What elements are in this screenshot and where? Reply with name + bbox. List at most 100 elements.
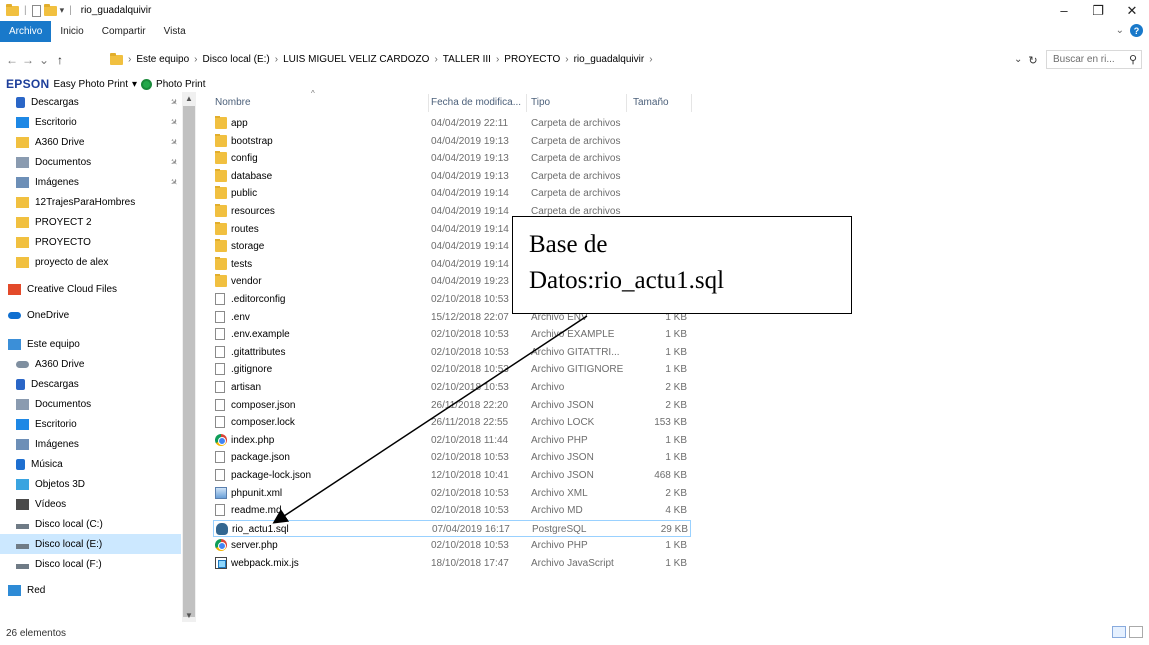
- sidebar-item[interactable]: 12TrajesParaHombres: [0, 192, 181, 212]
- search-input[interactable]: Buscar en ri... ⚲: [1046, 50, 1142, 69]
- address-history-icon[interactable]: ⌄: [1014, 54, 1022, 67]
- new-folder-icon[interactable]: [43, 3, 57, 16]
- close-button[interactable]: ✕: [1115, 0, 1149, 21]
- file-row[interactable]: composer.json 26/11/2018 22:20 Archivo JSO…: [213, 397, 691, 414]
- large-icons-view-icon[interactable]: [1129, 626, 1143, 638]
- sidebar-item[interactable]: A360 Drive ✈: [0, 132, 181, 152]
- pin-icon[interactable]: ✈: [167, 175, 180, 188]
- sidebar-item[interactable]: Disco local (F:): [0, 554, 181, 574]
- sidebar-item[interactable]: Disco local (C:): [0, 514, 181, 534]
- search-icon[interactable]: ⚲: [1129, 53, 1137, 66]
- file-row[interactable]: phpunit.xml 02/10/2018 10:53 Archivo XML 2 …: [213, 485, 691, 502]
- cloud-drive-icon: [16, 360, 29, 368]
- forward-button[interactable]: →: [20, 53, 36, 67]
- tab-compartir[interactable]: Compartir: [93, 21, 155, 42]
- scroll-down-icon[interactable]: ▼: [185, 611, 193, 620]
- file-name: database: [231, 170, 273, 182]
- column-header-type[interactable]: Tipo: [529, 92, 550, 113]
- file-row[interactable]: app 04/04/2019 22:11 Carpeta de archivos: [213, 115, 691, 132]
- sidebar-item[interactable]: Red: [0, 580, 181, 600]
- recent-locations-button[interactable]: ⌄: [36, 53, 52, 67]
- sidebar-item[interactable]: Documentos: [0, 394, 181, 414]
- customize-quick-access-icon[interactable]: ▾: [60, 5, 65, 16]
- sidebar-item[interactable]: Imágenes: [0, 434, 181, 454]
- breadcrumb-rio-guadalquivir[interactable]: rio_guadalquivir: [574, 54, 645, 65]
- file-row[interactable]: config 04/04/2019 19:13 Carpeta de archivo…: [213, 150, 691, 167]
- sidebar-item[interactable]: Creative Cloud Files: [0, 279, 181, 299]
- column-header-name[interactable]: Nombre: [213, 92, 251, 113]
- file-row[interactable]: bootstrap 04/04/2019 19:13 Carpeta de arch…: [213, 133, 691, 150]
- sidebar-item[interactable]: Este equipo: [0, 334, 181, 354]
- sidebar-item[interactable]: Escritorio ✈: [0, 112, 181, 132]
- column-header-date[interactable]: Fecha de modifica...: [429, 92, 521, 113]
- scrollbar-thumb[interactable]: [183, 106, 195, 617]
- pin-icon[interactable]: ✈: [167, 115, 180, 128]
- network-icon: [8, 584, 21, 596]
- column-divider[interactable]: [526, 94, 527, 112]
- sidebar-item[interactable]: PROYECT 2: [0, 212, 181, 232]
- file-row[interactable]: rio_actu1.sql 07/04/2019 16:17 PostgreSQL 2…: [213, 519, 691, 537]
- dropdown-icon[interactable]: ▾: [132, 79, 137, 90]
- tab-archivo[interactable]: Archivo: [0, 21, 52, 42]
- breadcrumb-disco-local-e[interactable]: Disco local (E:): [203, 54, 270, 65]
- sidebar-scrollbar[interactable]: ▲ ▼: [182, 92, 196, 622]
- photo-print-button[interactable]: Photo Print: [156, 79, 205, 90]
- pin-icon[interactable]: ✈: [167, 155, 180, 168]
- file-row[interactable]: readme.md 02/10/2018 10:53 Archivo MD 4 KB: [213, 502, 691, 519]
- folder-icon: [16, 256, 29, 268]
- sidebar-item[interactable]: Escritorio: [0, 414, 181, 434]
- up-button[interactable]: ↑: [52, 53, 68, 67]
- breadcrumb-proyecto[interactable]: PROYECTO: [504, 54, 560, 65]
- scroll-up-icon[interactable]: ▲: [185, 94, 193, 103]
- breadcrumb-taller-iii[interactable]: TALLER III: [443, 54, 491, 65]
- back-button[interactable]: ←: [4, 53, 20, 67]
- details-view-icon[interactable]: [1112, 626, 1126, 638]
- address-bar[interactable]: › Este equipo › Disco local (E:) › LUIS …: [110, 50, 1040, 69]
- epson-toolbar: EPSON Easy Photo Print ▾ Photo Print: [0, 77, 206, 91]
- minimize-button[interactable]: –: [1047, 0, 1081, 21]
- file-row[interactable]: .env.example 02/10/2018 10:53 Archivo EXAM…: [213, 326, 691, 343]
- sidebar-item[interactable]: Disco local (E:): [0, 534, 181, 554]
- chevron-down-icon[interactable]: ⌄: [1116, 25, 1124, 36]
- sidebar-item[interactable]: Descargas ✈: [0, 92, 181, 112]
- column-divider[interactable]: [626, 94, 627, 112]
- column-header-size[interactable]: Tamaño: [631, 92, 669, 113]
- pin-icon[interactable]: ✈: [167, 135, 180, 148]
- file-row[interactable]: server.php 02/10/2018 10:53 Archivo PHP 1 K…: [213, 537, 691, 554]
- file-type: Archivo JSON: [531, 470, 594, 481]
- properties-icon[interactable]: [31, 4, 41, 17]
- file-row[interactable]: public 04/04/2019 19:14 Carpeta de archivo…: [213, 185, 691, 202]
- file-row[interactable]: database 04/04/2019 19:13 Carpeta de archi…: [213, 168, 691, 185]
- pin-icon[interactable]: ✈: [167, 95, 180, 108]
- sidebar-item[interactable]: A360 Drive: [0, 354, 181, 374]
- sidebar-item[interactable]: Objetos 3D: [0, 474, 181, 494]
- sidebar-item[interactable]: Descargas: [0, 374, 181, 394]
- file-type: Archivo GITATTRI...: [531, 346, 620, 358]
- sidebar-item[interactable]: Música: [0, 454, 181, 474]
- tab-vista[interactable]: Vista: [155, 21, 195, 42]
- sidebar-item-label: Vídeos: [35, 498, 67, 510]
- refresh-icon[interactable]: ↻: [1028, 54, 1037, 67]
- file-row[interactable]: artisan 02/10/2018 10:53 Archivo 2 KB: [213, 379, 691, 396]
- sidebar-item[interactable]: Imágenes ✈: [0, 172, 181, 192]
- breadcrumb-este-equipo[interactable]: Este equipo: [136, 54, 189, 65]
- file-row[interactable]: webpack.mix.js 18/10/2018 17:47 Archivo Ja…: [213, 555, 691, 572]
- file-row[interactable]: composer.lock 26/11/2018 22:55 Archivo LOC…: [213, 414, 691, 431]
- tab-inicio[interactable]: Inicio: [51, 21, 92, 42]
- sidebar-item[interactable]: OneDrive: [0, 305, 181, 325]
- maximize-button[interactable]: ❐: [1081, 0, 1115, 21]
- file-row[interactable]: .gitignore 02/10/2018 10:53 Archivo GITIGN…: [213, 361, 691, 378]
- sidebar-item[interactable]: Documentos ✈: [0, 152, 181, 172]
- file-name: resources: [231, 206, 275, 217]
- file-row[interactable]: package.json 02/10/2018 10:53 Archivo JSON…: [213, 449, 691, 466]
- help-icon[interactable]: ?: [1130, 24, 1143, 37]
- sidebar-item[interactable]: PROYECTO: [0, 232, 181, 252]
- breadcrumb-luis-miguel[interactable]: LUIS MIGUEL VELIZ CARDOZO: [283, 54, 429, 65]
- easy-photo-print-button[interactable]: Easy Photo Print: [54, 79, 128, 90]
- sidebar-item[interactable]: Vídeos: [0, 494, 181, 514]
- file-row[interactable]: .gitattributes 02/10/2018 10:53 Archivo GI…: [213, 344, 691, 361]
- column-divider[interactable]: [691, 94, 692, 112]
- file-row[interactable]: index.php 02/10/2018 11:44 Archivo PHP 1 KB: [213, 432, 691, 449]
- file-row[interactable]: package-lock.json 12/10/2018 10:41 Archivo…: [213, 467, 691, 484]
- sidebar-item[interactable]: proyecto de alex: [0, 252, 181, 272]
